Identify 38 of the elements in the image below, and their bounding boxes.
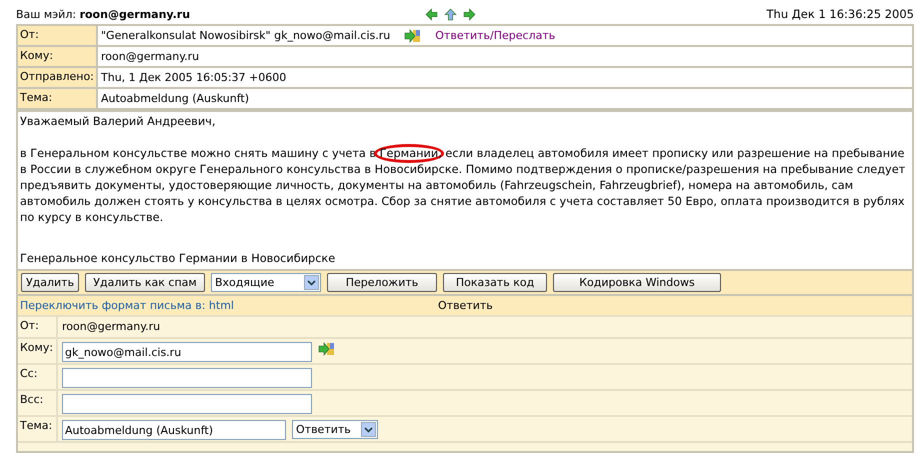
caret-icon: [307, 280, 316, 286]
format-switch-link[interactable]: Переключить формат письма в: html: [20, 299, 438, 312]
sender-address: roon@germany.ru: [62, 320, 160, 333]
right-arrow-icon[interactable]: [463, 8, 476, 20]
subject-field[interactable]: Autoabmeldung (Auskunft): [62, 420, 286, 440]
recipient-field[interactable]: [62, 394, 312, 414]
field-label: Cc:: [18, 365, 58, 391]
field-label: Тема:: [18, 417, 58, 443]
header-label: Кому:: [18, 47, 98, 68]
field-label: Кому:: [18, 339, 58, 365]
address-book-icon[interactable]: [404, 28, 422, 42]
signature-text: Генеральное консульство Германии в Новосибирске: [20, 251, 336, 267]
date-time: Thu Дек 1 16:36:25 2005: [766, 7, 914, 21]
left-arrow-icon[interactable]: [425, 8, 438, 20]
recipient-field[interactable]: gk_nowo@mail.cis.ru: [62, 342, 312, 362]
header-value: roon@germany.ru: [101, 50, 200, 63]
header-label: Тема:: [18, 89, 98, 110]
folder-select[interactable]: Входящие: [211, 273, 321, 292]
field-label: Bcc:: [18, 391, 58, 417]
account-label: Ваш мэйл: roon@germany.ru: [16, 8, 192, 20]
toolbar-button[interactable]: Переложить: [327, 273, 437, 292]
toolbar-button[interactable]: Удалить: [21, 273, 79, 292]
header-value: Autoabmeldung (Auskunft): [101, 92, 249, 105]
recipient-field[interactable]: [62, 368, 312, 388]
reply-forward-link[interactable]: Ответить/Переслать: [435, 29, 556, 42]
address-book-icon[interactable]: [318, 342, 335, 356]
field-label: От:: [18, 317, 58, 337]
header-label: Отправлено:: [18, 68, 98, 89]
caret-icon: [364, 426, 373, 432]
reply-title: Ответить: [438, 299, 494, 312]
up-arrow-icon[interactable]: [444, 8, 457, 20]
reply-mode-select[interactable]: Ответить: [292, 420, 378, 439]
toolbar-button[interactable]: Кодировка Windows: [553, 273, 721, 292]
toolbar-button[interactable]: Удалить как спам: [85, 273, 205, 292]
greeting-text: Уважаемый Валерий Андреевич,: [20, 114, 216, 130]
toolbar-button[interactable]: Показать код: [443, 273, 547, 292]
header-value: "Generalkonsulat Nowosibirsk" gk_nowo@mail.cis.ru: [101, 29, 390, 42]
header-value: Thu, 1 Дек 2005 16:05:37 +0600: [101, 71, 286, 84]
